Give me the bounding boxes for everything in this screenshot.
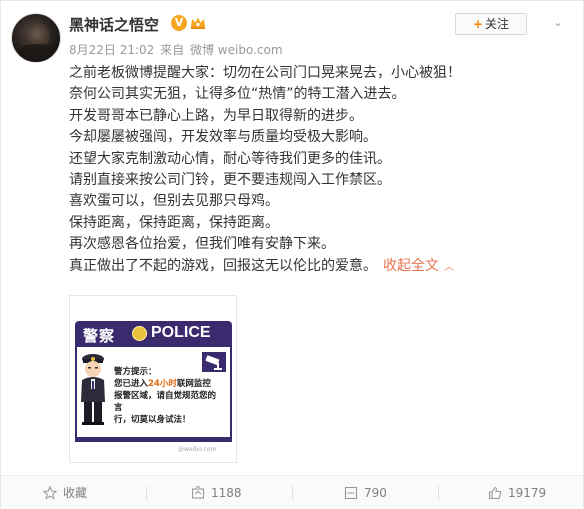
star-icon: [42, 485, 58, 500]
comment-icon: [344, 486, 358, 499]
repost-count: 1188: [211, 486, 242, 500]
verified-badge-icon: V: [171, 15, 187, 31]
collapse-text-link[interactable]: 收起全文 ︿: [383, 258, 454, 274]
vip-crown-icon: [191, 17, 205, 29]
chevron-up-icon: ︿: [441, 261, 455, 273]
plus-icon: +: [472, 17, 484, 31]
post-line: 之前老板微博提醒大家：切勿在公司门口晃来晃去，小心被狙！: [69, 65, 461, 81]
post-line: 奈何公司其实无狙，让得多位“热情”的特工潜入进去。: [69, 86, 406, 103]
police-cn-label: 警察: [83, 327, 116, 345]
follow-label: 关注: [485, 17, 510, 31]
thumbs-up-icon: [488, 486, 502, 499]
image-watermark: @weibo.com: [178, 446, 217, 453]
notice-segment: 联网监控: [176, 379, 211, 389]
repost-button[interactable]: 1188: [191, 476, 242, 509]
favorite-label: 收藏: [63, 486, 88, 500]
post-line: 请别直接来按公司门铃，更不要违规闯入工作禁区。: [69, 172, 391, 189]
favorite-button[interactable]: 收藏: [42, 476, 88, 509]
post-line: 还望大家克制激动心情，耐心等待我们更多的佳讯。: [69, 150, 391, 167]
post-line-last: 真正做出了不起的游戏，回报这无以伦比的爱意。 收起全文 ︿: [69, 256, 569, 278]
action-divider: [146, 486, 147, 500]
post-line: 喜欢蛋可以，但别去见那只母鸡。: [69, 193, 279, 210]
username[interactable]: 黑神话之悟空: [69, 14, 159, 35]
comment-count: 790: [364, 486, 387, 500]
action-divider: [438, 486, 439, 500]
action-bar: 收藏 1188 790 19179: [1, 475, 583, 509]
police-en-label: POLICE: [151, 324, 211, 341]
repost-icon: [191, 485, 205, 499]
notice-line: 报警区域，请自觉规范您的言: [114, 391, 217, 413]
source-prefix: 来自: [160, 43, 185, 57]
collapse-label: 收起全文: [383, 257, 439, 274]
notice-line: 行，切莫以身试法！: [114, 415, 191, 425]
like-button[interactable]: 19179: [488, 476, 546, 509]
action-divider: [292, 486, 293, 500]
post-line: 今却屡屡被强闯，开发效率与质量均受极大影响。: [69, 129, 377, 146]
post-image[interactable]: 警察 POLICE 警方提示： 您已进入24小时联网监控 报警区域，请自觉规范您…: [69, 295, 237, 463]
police-officer-icon: [81, 354, 105, 425]
like-count: 19179: [508, 486, 547, 500]
post-line: 真正做出了不起的游戏，回报这无以伦比的爱意。: [69, 257, 377, 274]
notice-highlight: 24小时: [148, 379, 177, 389]
avatar[interactable]: [11, 13, 61, 63]
post-source[interactable]: 微博 weibo.com: [190, 43, 283, 57]
chevron-down-icon[interactable]: ⌄: [550, 15, 566, 31]
police-notice-text: 警方提示： 您已进入24小时联网监控 报警区域，请自觉规范您的言 行，切莫以身试…: [114, 366, 224, 426]
follow-button[interactable]: + 关注: [455, 13, 527, 35]
post-line: 开发哥哥本已静心上路，为早日取得新的进步。: [69, 107, 363, 124]
post-meta: 8月22日 21:02 来自 微博 weibo.com: [69, 41, 285, 58]
post-line: 再次感恩各位抬爱，但我们唯有安静下来。: [69, 236, 335, 253]
notice-segment: 您已进入: [114, 379, 149, 389]
police-sign-bottom: [75, 437, 232, 442]
comment-button[interactable]: 790: [344, 476, 387, 509]
weibo-post-card: 黑神话之悟空 V + 关注 ⌄ 8月22日 21:02 来自 微博 weibo.c…: [0, 0, 584, 509]
police-badge-icon: [132, 326, 147, 341]
notice-line: 您已进入24小时联网监控: [114, 378, 224, 390]
post-date[interactable]: 8月22日 21:02: [69, 43, 154, 57]
post-line: 保持距离，保持距离，保持距离。: [69, 214, 279, 231]
post-text: 之前老板微博提醒大家：切勿在公司门口晃来晃去，小心被狙！ 奈何公司其实无狙，让得…: [69, 63, 569, 278]
police-sign-header: 警察 POLICE: [75, 321, 232, 347]
notice-line: 警方提示：: [114, 367, 157, 377]
